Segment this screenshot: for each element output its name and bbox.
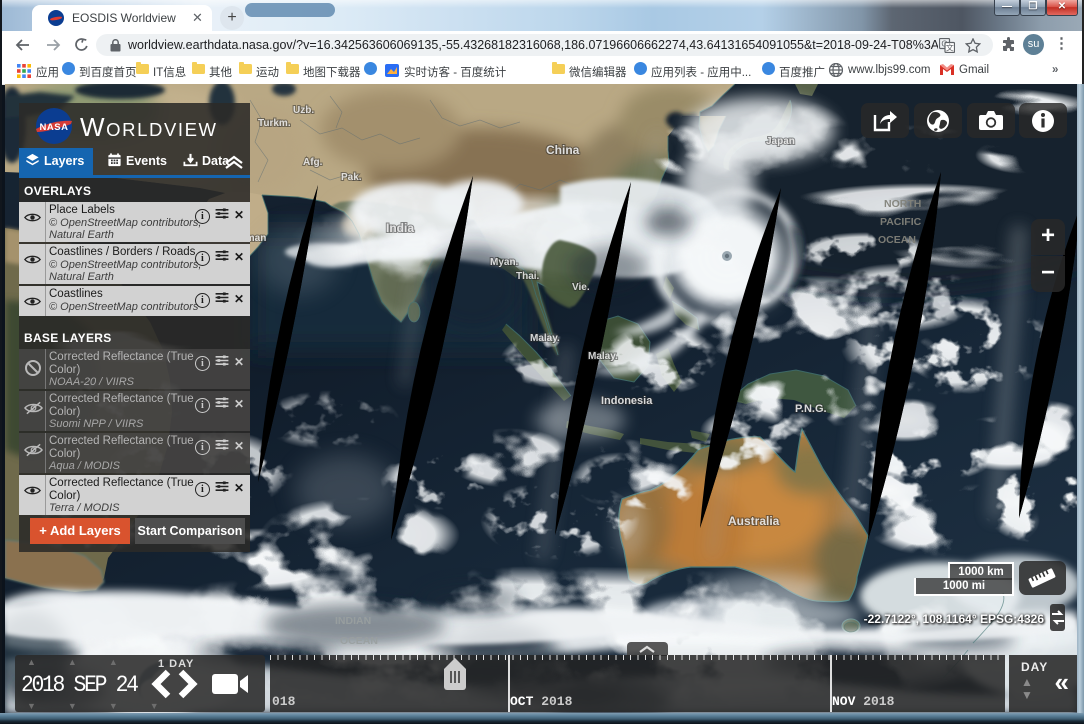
svg-text:NASA: NASA: [40, 122, 69, 133]
